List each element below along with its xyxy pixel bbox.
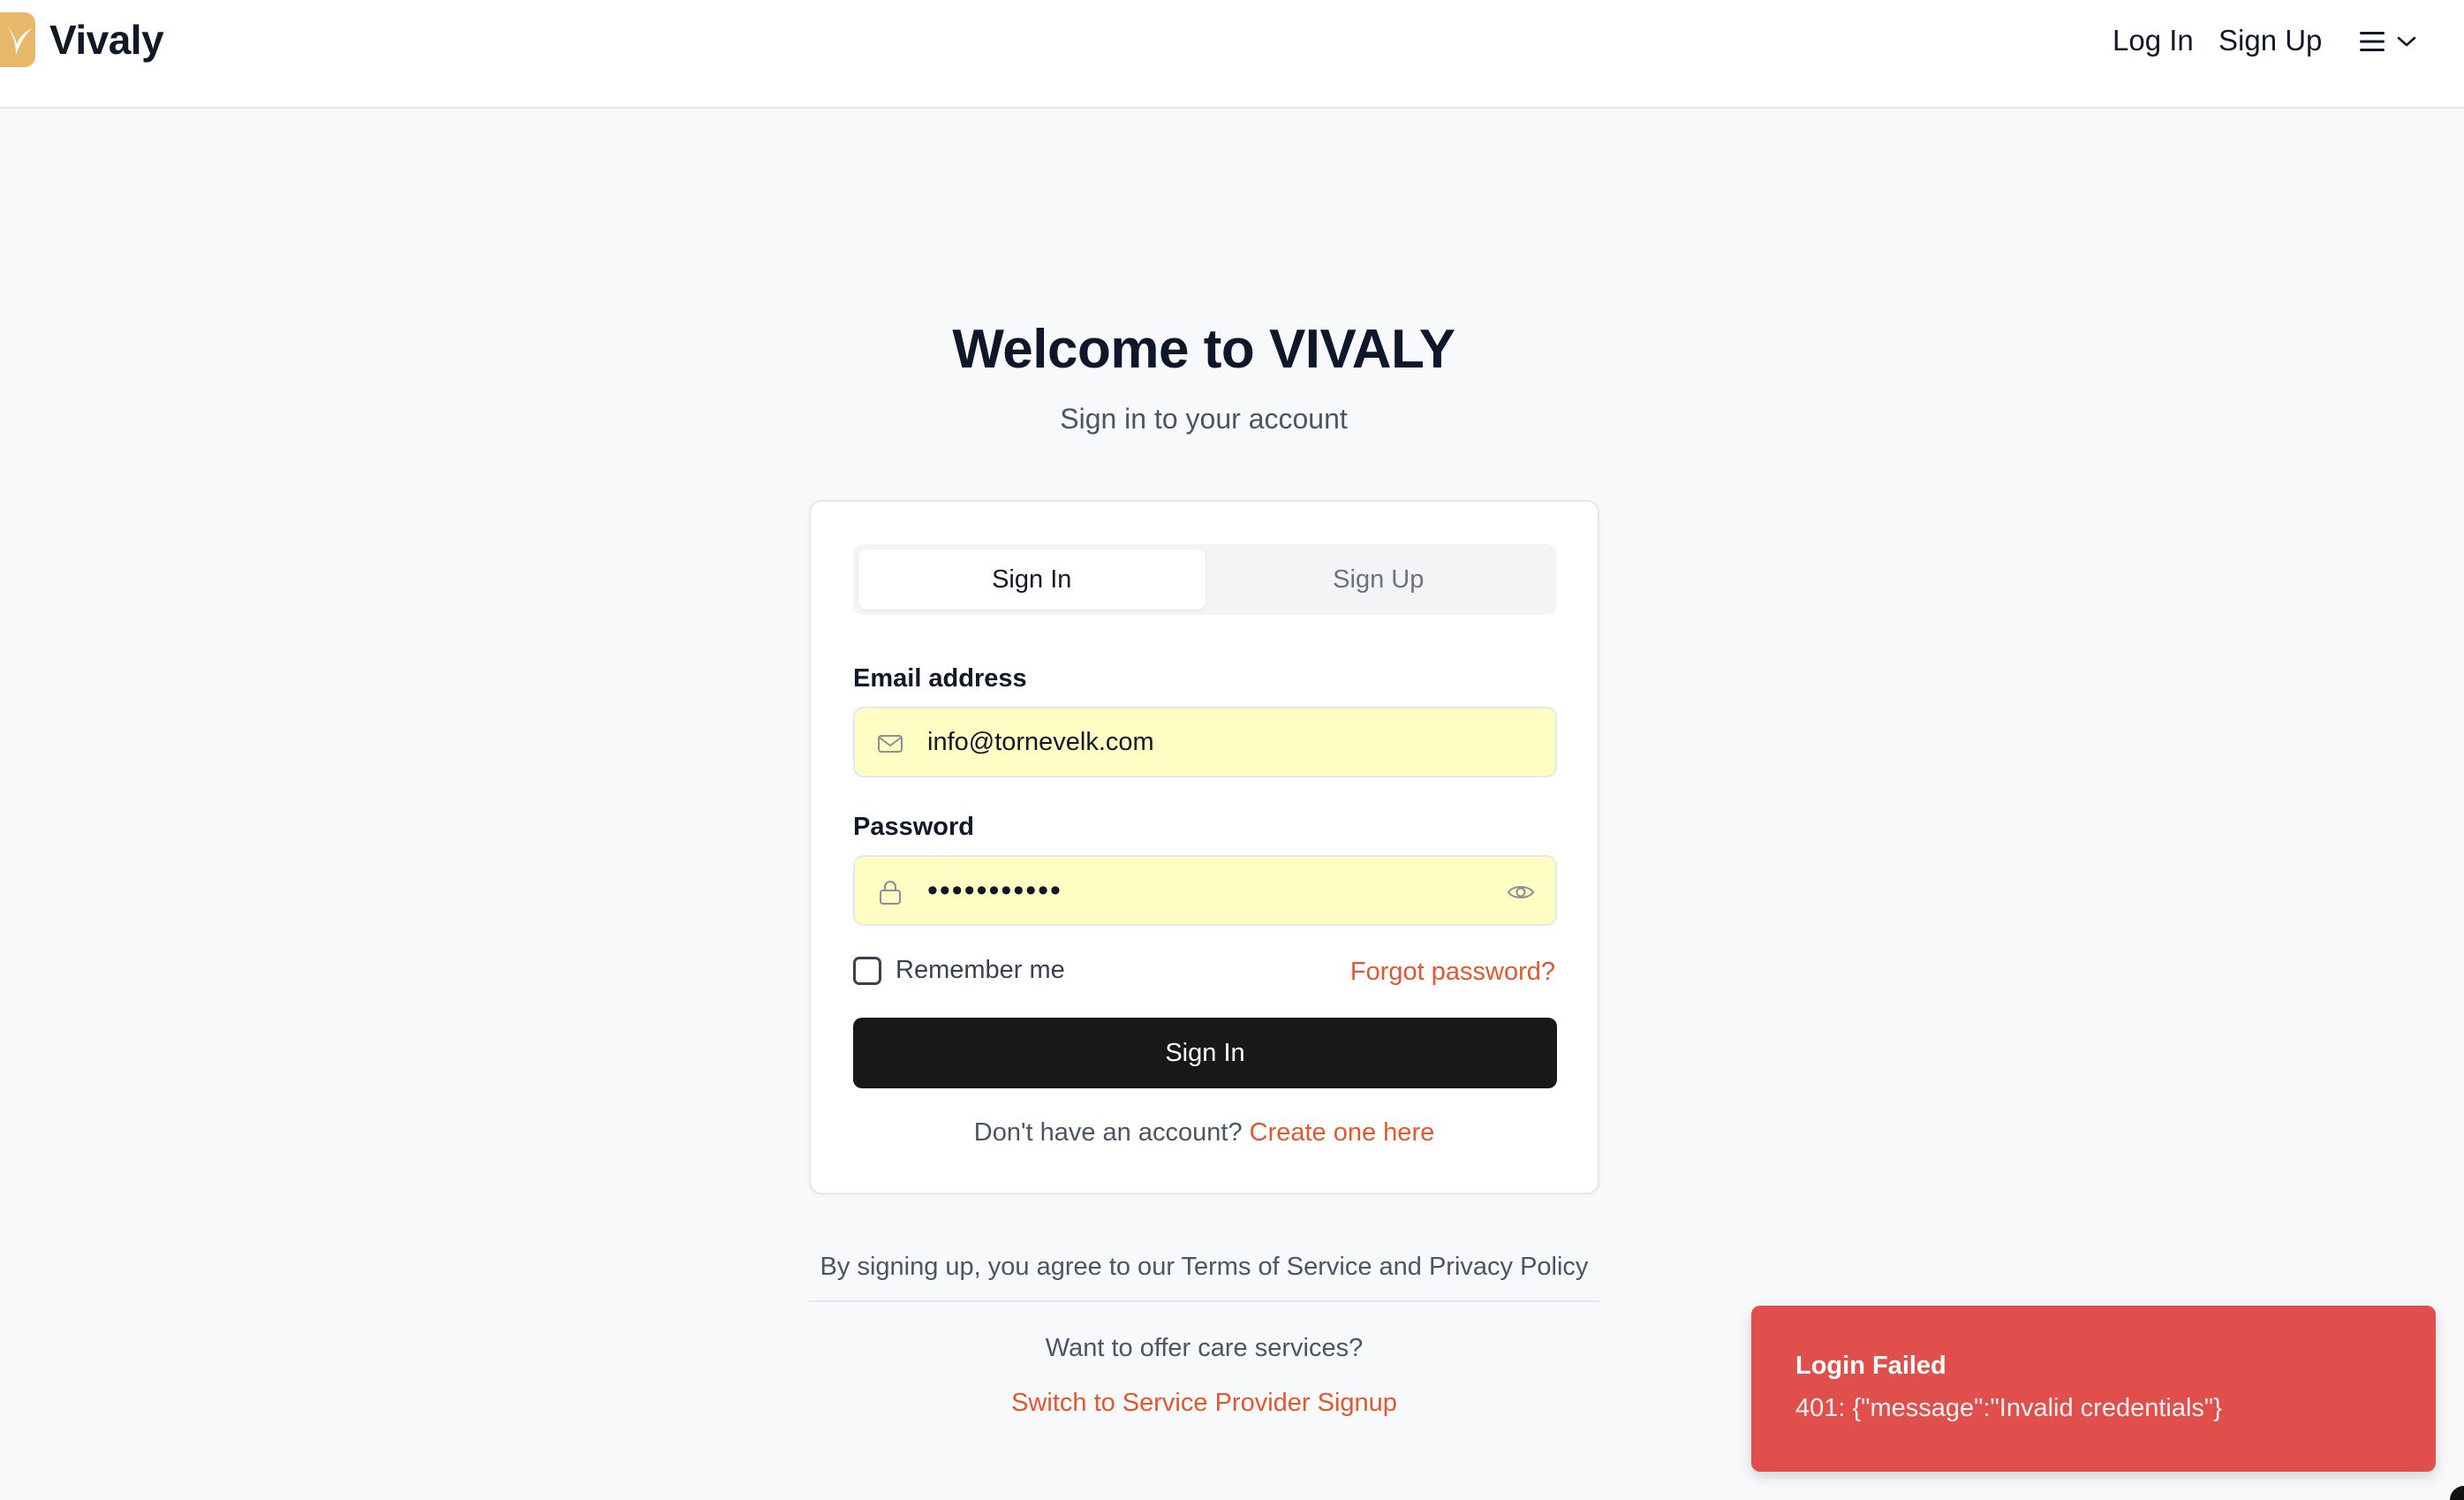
no-account-text: Don't have an account? [973, 1118, 1243, 1147]
page-subtitle: Sign in to your account [1060, 403, 1348, 435]
auth-tabs: Sign In Sign Up [853, 544, 1557, 615]
terms-text: By signing up, you agree to our Terms of… [820, 1253, 1589, 1281]
password-input[interactable] [926, 857, 1491, 924]
provider-question: Want to offer care services? [1045, 1334, 1364, 1362]
tab-sign-up[interactable]: Sign Up [1206, 549, 1553, 610]
service-provider-signup-link[interactable]: Switch to Service Provider Signup [809, 1389, 1599, 1418]
remember-me-checkbox[interactable] [853, 956, 881, 985]
sign-in-button[interactable]: Sign In [853, 1018, 1557, 1088]
chevron-down-icon [2397, 36, 2416, 47]
create-account-row: Don't have an account? Create one here [811, 1118, 1598, 1148]
page-title: Welcome to VIVALY [952, 319, 1455, 380]
email-input[interactable] [926, 708, 1491, 776]
sign-in-card: Sign In Sign Up Email address Password R… [809, 500, 1599, 1194]
footer-divider [809, 1300, 1599, 1302]
lock-icon [880, 881, 901, 905]
top-header: Vivaly Log In Sign Up [0, 0, 2464, 109]
remember-me-label: Remember me [896, 956, 1065, 984]
brand-logo-link[interactable]: Vivaly [0, 11, 164, 69]
toast-message: 401: {"message":"Invalid credentials"} [1795, 1394, 2222, 1422]
tab-sign-in[interactable]: Sign In [858, 549, 1206, 610]
remember-me[interactable]: Remember me [853, 956, 1065, 985]
window-corner [2450, 1486, 2464, 1500]
forgot-password-link[interactable]: Forgot password? [1350, 958, 1555, 987]
email-label: Email address [853, 664, 1027, 693]
menu-button[interactable] [2358, 23, 2429, 60]
brand-name: Vivaly [49, 17, 164, 63]
password-label: Password [853, 813, 974, 841]
eye-icon[interactable] [1506, 878, 1536, 906]
mail-icon [878, 735, 903, 753]
error-toast[interactable]: Login Failed 401: {"message":"Invalid cr… [1751, 1306, 2436, 1472]
password-field [853, 855, 1557, 926]
menu-icon [2360, 32, 2385, 51]
email-field [853, 707, 1557, 777]
nav-signup-link[interactable]: Sign Up [2218, 19, 2322, 62]
create-account-link[interactable]: Create one here [1250, 1118, 1435, 1147]
vivaly-logo-icon [0, 12, 35, 67]
nav-login-link[interactable]: Log In [2113, 19, 2194, 62]
toast-title: Login Failed [1795, 1352, 1946, 1380]
